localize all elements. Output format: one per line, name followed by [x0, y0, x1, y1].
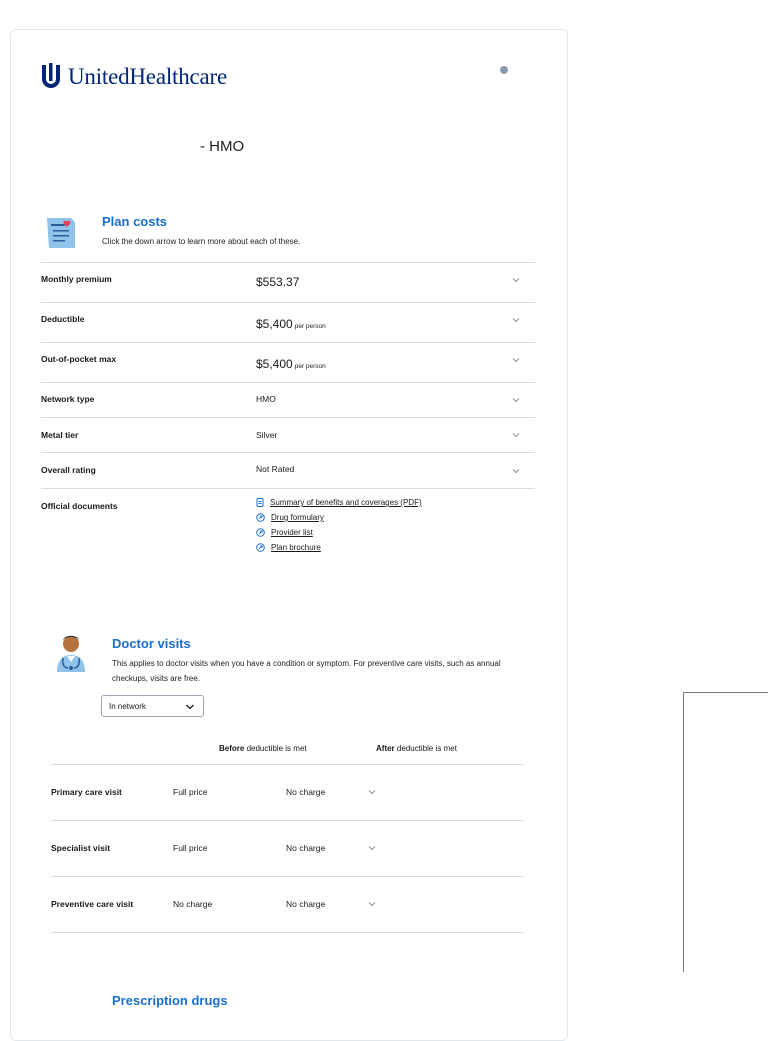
chevron-down-icon[interactable] [367, 787, 377, 797]
cost-row-official-documents: Official documents Summary of benefits a… [41, 488, 535, 569]
chevron-down-icon[interactable] [511, 355, 521, 365]
doc-link-plan-brochure[interactable]: Plan brochure [256, 540, 422, 555]
cost-value: $553.37 [256, 275, 300, 289]
plan-costs-title: Plan costs [102, 214, 168, 229]
doc-link-label: Plan brochure [271, 543, 321, 552]
cost-label: Overall rating [41, 465, 96, 475]
cost-label: Network type [41, 394, 95, 404]
external-link-icon [256, 543, 265, 552]
visit-before-value: No charge [173, 899, 213, 909]
doctor-icon [57, 635, 85, 672]
chevron-down-icon[interactable] [511, 315, 521, 325]
doc-link-label: Drug formulary [271, 513, 324, 522]
docs-list: Summary of benefits and coverages (PDF) … [256, 495, 422, 555]
visit-before-value: Full price [173, 843, 208, 853]
chevron-down-icon[interactable] [511, 275, 521, 285]
column-header-after: After deductible is met [376, 744, 457, 753]
visit-label: Preventive care visit [51, 899, 134, 909]
doctor-visits-subtitle: This applies to doctor visits when you h… [112, 659, 501, 683]
visit-after-value: No charge [286, 787, 326, 797]
doctor-visits-table: Primary care visit Full price No charge … [51, 764, 524, 933]
column-header-before-bold: Before [219, 744, 245, 753]
brand-logo[interactable]: UnitedHealthcare [40, 60, 227, 94]
pdf-icon [256, 498, 264, 507]
cost-row-monthly-premium[interactable]: Monthly premium $553.37 [41, 262, 535, 302]
cost-row-overall-rating[interactable]: Overall rating Not Rated [41, 452, 535, 488]
cost-row-deductible[interactable]: Deductible $5,400 per person [41, 302, 535, 342]
column-header-after-rest: deductible is met [396, 744, 457, 753]
doc-link-drug-formulary[interactable]: Drug formulary [256, 510, 422, 525]
visit-before-value: Full price [173, 787, 208, 797]
uhc-logo-icon [42, 63, 60, 88]
cost-value: Silver [256, 430, 278, 440]
chevron-down-icon[interactable] [367, 843, 377, 853]
document-list-icon [47, 218, 75, 248]
network-select-value: In network [109, 701, 146, 711]
prescription-drugs-title: Prescription drugs [112, 993, 228, 1008]
plan-costs-subtitle: Click the down arrow to learn more about… [102, 237, 301, 246]
visit-label: Specialist visit [51, 843, 111, 853]
chevron-down-icon[interactable] [367, 899, 377, 909]
cost-value: $5,400 [256, 317, 293, 331]
cost-value: $5,400 [256, 357, 293, 371]
visit-label: Primary care visit [51, 787, 122, 797]
cost-label: Metal tier [41, 430, 79, 440]
visit-row-preventive-care[interactable]: Preventive care visit No charge No charg… [51, 876, 524, 933]
doc-link-summary[interactable]: Summary of benefits and coverages (PDF) [256, 495, 422, 510]
doc-link-label: Summary of benefits and coverages (PDF) [270, 498, 422, 507]
visit-after-value: No charge [286, 843, 326, 853]
external-link-icon [256, 513, 265, 522]
plan-costs-table: Monthly premium $553.37 Deductible $5,40… [41, 262, 535, 569]
visit-row-specialist[interactable]: Specialist visit Full price No charge [51, 820, 524, 876]
visit-row-primary-care[interactable]: Primary care visit Full price No charge [51, 764, 524, 820]
cost-row-metal-tier[interactable]: Metal tier Silver [41, 417, 535, 452]
side-panel [683, 692, 768, 972]
cost-value: HMO [256, 394, 276, 404]
cost-label: Monthly premium [41, 274, 112, 284]
cost-unit: per person [294, 363, 326, 370]
cost-row-out-of-pocket-max[interactable]: Out-of-pocket max $5,400 per person [41, 342, 535, 382]
doc-link-label: Provider list [271, 528, 313, 537]
network-select[interactable]: In network [101, 695, 204, 717]
plan-title: - HMO [200, 138, 245, 155]
status-dot [500, 66, 508, 74]
chevron-down-icon[interactable] [511, 430, 521, 440]
visit-after-value: No charge [286, 899, 326, 909]
chevron-down-icon[interactable] [511, 395, 521, 405]
cost-row-network-type[interactable]: Network type HMO [41, 382, 535, 417]
doctor-visits-title: Doctor visits [112, 636, 191, 651]
chevron-down-icon [186, 704, 194, 710]
cost-label: Out-of-pocket max [41, 354, 117, 364]
cost-unit: per person [294, 323, 326, 330]
chevron-down-icon[interactable] [511, 466, 521, 476]
column-header-before-rest: deductible is met [246, 744, 307, 753]
column-header-after-bold: After [376, 744, 395, 753]
docs-label: Official documents [41, 501, 118, 511]
column-header-before: Before deductible is met [219, 744, 307, 753]
doc-link-provider-list[interactable]: Provider list [256, 525, 422, 540]
brand-name: UnitedHealthcare [68, 64, 227, 89]
cost-label: Deductible [41, 314, 85, 324]
external-link-icon [256, 528, 265, 537]
cost-value: Not Rated [256, 464, 295, 474]
